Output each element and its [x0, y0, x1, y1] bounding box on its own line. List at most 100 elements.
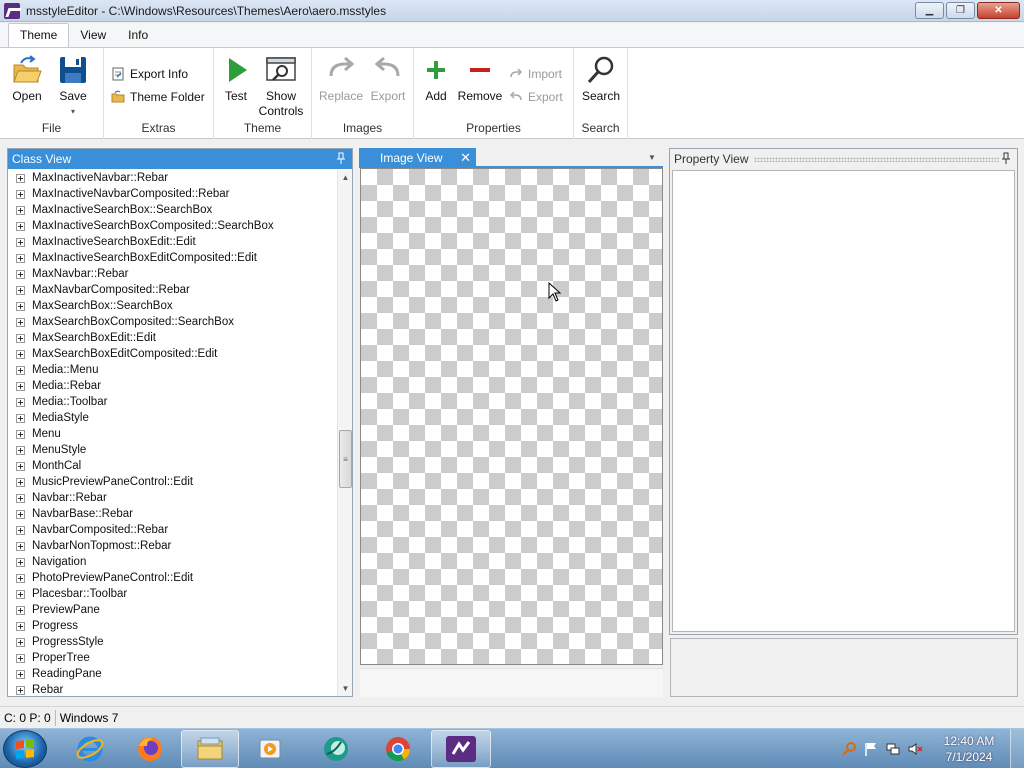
expand-plus-icon[interactable]	[16, 269, 25, 279]
tree-item[interactable]: Placesbar::Toolbar	[8, 586, 337, 602]
volume-muted-icon[interactable]	[906, 740, 924, 758]
tree-item[interactable]: MenuStyle	[8, 442, 337, 458]
network-icon[interactable]	[884, 740, 902, 758]
expand-plus-icon[interactable]	[16, 237, 25, 247]
tree-item[interactable]: MaxInactiveSearchBoxEdit::Edit	[8, 234, 337, 250]
scroll-thumb[interactable]: ≡	[339, 430, 352, 488]
tree-item[interactable]: MaxInactiveNavbarComposited::Rebar	[8, 186, 337, 202]
show-controls-button[interactable]: Show Controls	[256, 54, 306, 119]
taskbar-msstyleeditor[interactable]	[431, 730, 491, 768]
tree-item[interactable]: ProperTree	[8, 650, 337, 666]
expand-plus-icon[interactable]	[16, 173, 25, 183]
expand-plus-icon[interactable]	[16, 493, 25, 503]
search-button[interactable]: Search	[580, 54, 622, 104]
expand-plus-icon[interactable]	[16, 285, 25, 295]
tree-item[interactable]: Media::Menu	[8, 362, 337, 378]
property-grid[interactable]	[672, 170, 1015, 632]
tree-item[interactable]: MaxSearchBoxEditComposited::Edit	[8, 346, 337, 362]
tree-item[interactable]: NavbarBase::Rebar	[8, 506, 337, 522]
expand-plus-icon[interactable]	[16, 621, 25, 631]
tree-item[interactable]: MaxSearchBox::SearchBox	[8, 298, 337, 314]
save-button[interactable]: Save ▾	[52, 54, 94, 119]
tree-item[interactable]: Menu	[8, 426, 337, 442]
expand-plus-icon[interactable]	[16, 573, 25, 583]
theme-folder-button[interactable]: Theme Folder	[111, 90, 205, 104]
expand-plus-icon[interactable]	[16, 509, 25, 519]
image-canvas[interactable]	[360, 168, 663, 665]
export-image-button[interactable]: Export	[368, 54, 408, 104]
tree-item[interactable]: MaxInactiveSearchBox::SearchBox	[8, 202, 337, 218]
tree-item[interactable]: MusicPreviewPaneControl::Edit	[8, 474, 337, 490]
tree-item[interactable]: MaxSearchBoxEdit::Edit	[8, 330, 337, 346]
tree-item[interactable]: Rebar	[8, 682, 337, 696]
expand-plus-icon[interactable]	[16, 317, 25, 327]
tree-item[interactable]: PhotoPreviewPaneControl::Edit	[8, 570, 337, 586]
save-dropdown-icon[interactable]: ▾	[71, 104, 75, 119]
tab-theme[interactable]: Theme	[8, 23, 70, 47]
expand-plus-icon[interactable]	[16, 301, 25, 311]
taskbar-media-player[interactable]	[241, 730, 299, 768]
expand-plus-icon[interactable]	[16, 189, 25, 199]
taskbar-explorer[interactable]	[181, 730, 239, 768]
tree-item[interactable]: NavbarComposited::Rebar	[8, 522, 337, 538]
taskbar-clock[interactable]: 12:40 AM 7/1/2024	[934, 733, 1004, 765]
open-button[interactable]: Open	[6, 54, 48, 104]
tree-item[interactable]: Media::Rebar	[8, 378, 337, 394]
import-button[interactable]: Import	[509, 67, 562, 81]
expand-plus-icon[interactable]	[16, 349, 25, 359]
pin-icon[interactable]	[336, 152, 346, 164]
expand-plus-icon[interactable]	[16, 445, 25, 455]
expand-plus-icon[interactable]	[16, 525, 25, 535]
expand-plus-icon[interactable]	[16, 413, 25, 423]
expand-plus-icon[interactable]	[16, 477, 25, 487]
expand-plus-icon[interactable]	[16, 397, 25, 407]
expand-plus-icon[interactable]	[16, 365, 25, 375]
search-tray-icon[interactable]	[840, 740, 858, 758]
class-view-scrollbar[interactable]: ▲ ≡ ▼	[337, 170, 352, 696]
maximize-button[interactable]: ❐	[946, 2, 975, 19]
tree-item[interactable]: MaxInactiveSearchBoxComposited::SearchBo…	[8, 218, 337, 234]
tree-item[interactable]: MonthCal	[8, 458, 337, 474]
show-desktop-button[interactable]	[1010, 729, 1024, 768]
tree-item[interactable]: MaxSearchBoxComposited::SearchBox	[8, 314, 337, 330]
test-button[interactable]: Test	[218, 54, 254, 104]
expand-plus-icon[interactable]	[16, 637, 25, 647]
tab-dropdown-icon[interactable]: ▼	[648, 153, 656, 162]
expand-plus-icon[interactable]	[16, 205, 25, 215]
tree-item[interactable]: ProgressStyle	[8, 634, 337, 650]
expand-plus-icon[interactable]	[16, 253, 25, 263]
tree-item[interactable]: MaxNavbar::Rebar	[8, 266, 337, 282]
expand-plus-icon[interactable]	[16, 429, 25, 439]
tree-item[interactable]: Media::Toolbar	[8, 394, 337, 410]
expand-plus-icon[interactable]	[16, 589, 25, 599]
taskbar-app-teal[interactable]	[307, 730, 365, 768]
taskbar-internet-explorer[interactable]	[61, 730, 119, 768]
expand-plus-icon[interactable]	[16, 605, 25, 615]
tree-item[interactable]: Navbar::Rebar	[8, 490, 337, 506]
pin-icon[interactable]	[1001, 152, 1011, 164]
scroll-down-icon[interactable]: ▼	[338, 681, 353, 696]
scroll-up-icon[interactable]: ▲	[338, 170, 353, 185]
close-button[interactable]: ✕	[977, 2, 1020, 19]
add-button[interactable]: Add	[420, 54, 452, 104]
tree-item[interactable]: Navigation	[8, 554, 337, 570]
taskbar-chrome[interactable]	[369, 730, 427, 768]
tree-item[interactable]: Progress	[8, 618, 337, 634]
export-info-button[interactable]: Export Info	[111, 67, 188, 81]
expand-plus-icon[interactable]	[16, 333, 25, 343]
start-button[interactable]	[3, 730, 47, 768]
export-property-button[interactable]: Export	[509, 90, 563, 104]
expand-plus-icon[interactable]	[16, 669, 25, 679]
tree-item[interactable]: MaxInactiveSearchBoxEditComposited::Edit	[8, 250, 337, 266]
tree-item[interactable]: PreviewPane	[8, 602, 337, 618]
expand-plus-icon[interactable]	[16, 653, 25, 663]
close-tab-icon[interactable]: ✕	[460, 150, 471, 166]
remove-button[interactable]: Remove	[457, 54, 503, 104]
tree-item[interactable]: MaxNavbarComposited::Rebar	[8, 282, 337, 298]
tree-item[interactable]: ReadingPane	[8, 666, 337, 682]
tree-item[interactable]: MediaStyle	[8, 410, 337, 426]
tab-view[interactable]: View	[69, 24, 117, 47]
expand-plus-icon[interactable]	[16, 541, 25, 551]
expand-plus-icon[interactable]	[16, 221, 25, 231]
flag-icon[interactable]	[862, 740, 880, 758]
